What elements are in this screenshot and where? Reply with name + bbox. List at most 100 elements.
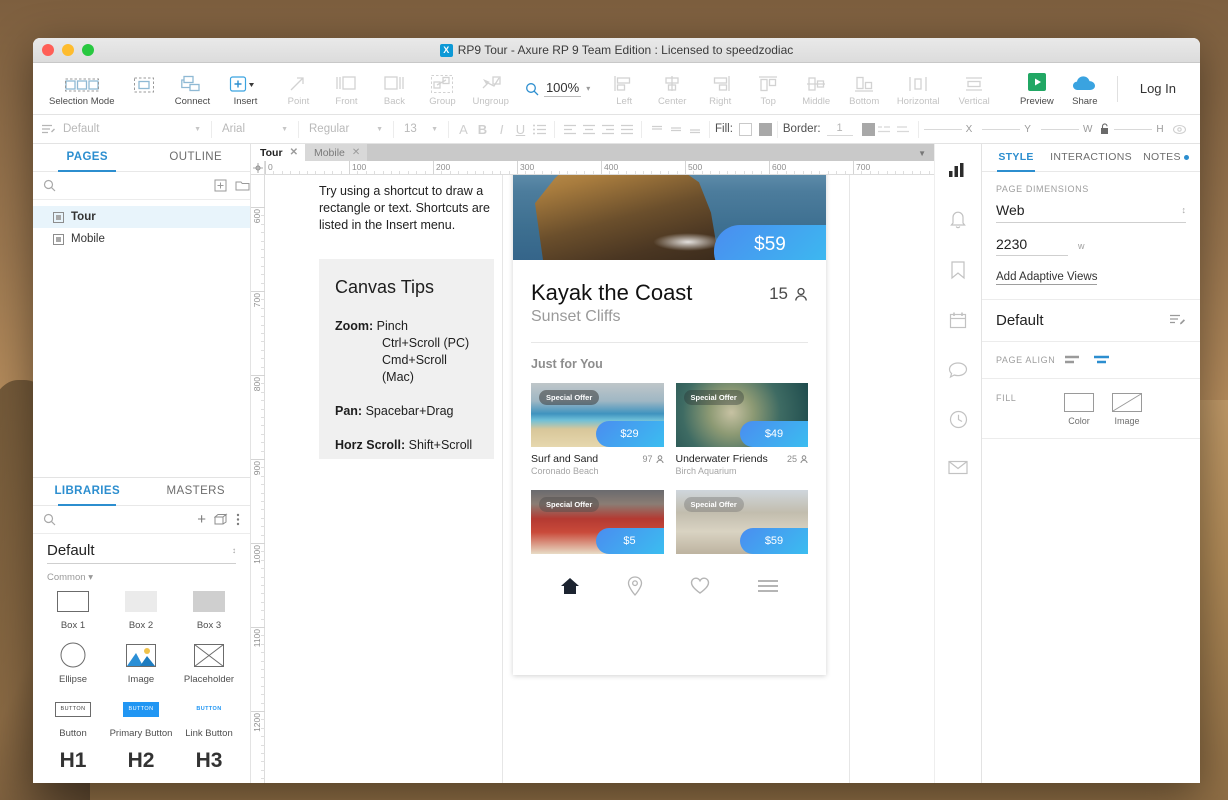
home-icon[interactable] <box>560 577 580 595</box>
widget-image[interactable]: Image <box>107 641 175 685</box>
vertical-align-top-icon[interactable] <box>647 120 666 139</box>
bold-icon[interactable]: B <box>473 120 492 139</box>
widget-link-button[interactable]: BUTTON Link Button <box>175 695 243 739</box>
font-family-selector[interactable]: Arial ▼ <box>217 119 293 139</box>
canvas-guide-right[interactable] <box>849 175 850 783</box>
toolbar-selection-mode[interactable]: Selection Mode <box>43 71 120 107</box>
library-options-icon[interactable] <box>236 513 240 526</box>
copy-library-icon[interactable] <box>214 513 228 526</box>
toolbar-back[interactable]: Back <box>370 71 418 107</box>
toolbar-ungroup[interactable]: Ungroup <box>466 71 514 107</box>
widget-h3[interactable]: H3 <box>175 749 243 773</box>
widget-button[interactable]: BUTTON Button <box>39 695 107 739</box>
envelope-icon[interactable] <box>948 460 968 475</box>
border-width-input[interactable]: 1 <box>827 122 853 136</box>
text-align-right-icon[interactable] <box>598 120 617 139</box>
phone-card-underwater-friends[interactable]: Special Offer $49 Underwater Friends 25 <box>676 383 809 476</box>
w-input[interactable] <box>1041 128 1079 130</box>
text-align-justify-icon[interactable] <box>617 120 636 139</box>
border-style-icon[interactable] <box>875 120 894 139</box>
hamburger-menu-icon[interactable] <box>757 578 779 594</box>
pages-search-input[interactable] <box>64 180 206 192</box>
chevron-down-icon[interactable]: ▾ <box>586 84 590 93</box>
phone-mockup[interactable]: $59 Kayak the Coast Sunset Cliffs 15 <box>513 175 826 675</box>
visibility-eye-icon[interactable] <box>1170 120 1189 139</box>
fill-image-option[interactable]: Image <box>1112 393 1142 426</box>
tab-notes[interactable]: NOTES <box>1132 144 1200 171</box>
style-selector[interactable]: Default ▼ <box>58 119 206 139</box>
tab-outline[interactable]: OUTLINE <box>142 144 251 171</box>
x-input[interactable] <box>924 128 962 130</box>
align-page-left-icon[interactable] <box>1064 354 1081 366</box>
font-weight-selector[interactable]: Regular ▼ <box>304 119 388 139</box>
widget-primary-button[interactable]: BUTTON Primary Button <box>107 695 175 739</box>
fill-color-swatch[interactable] <box>739 123 752 136</box>
library-group-header[interactable]: Common ▾ <box>33 564 250 587</box>
bookmark-icon[interactable] <box>950 260 966 280</box>
search-icon[interactable] <box>43 513 56 526</box>
page-width-field[interactable]: 2230 w <box>996 236 1186 256</box>
zoom-control[interactable]: 100% ▾ <box>515 80 600 97</box>
toolbar-point[interactable]: Point <box>274 71 322 107</box>
widget-box-3[interactable]: Box 3 <box>175 587 243 631</box>
add-library-icon[interactable]: + <box>197 515 206 525</box>
text-align-left-icon[interactable] <box>560 120 579 139</box>
underline-icon[interactable]: U <box>511 120 530 139</box>
widget-ellipse[interactable]: Ellipse <box>39 641 107 685</box>
design-canvas[interactable]: Try using a shortcut to draw a rectangle… <box>265 175 934 783</box>
hero-price-badge[interactable]: $59 <box>714 225 826 260</box>
toolbar-align-bottom[interactable]: Bottom <box>840 71 888 107</box>
toolbar-front[interactable]: Front <box>322 71 370 107</box>
text-color-icon[interactable]: A <box>454 120 473 139</box>
horizontal-ruler[interactable]: 0100200300400500600700800 <box>251 161 934 175</box>
chevron-down-icon[interactable]: ▼ <box>918 149 926 158</box>
text-align-center-icon[interactable] <box>579 120 598 139</box>
tab-libraries[interactable]: LIBRARIES <box>33 478 142 505</box>
toolbar-selection-mode-alt[interactable] <box>120 71 168 107</box>
font-size-selector[interactable]: 13 ▼ <box>399 119 443 139</box>
add-folder-icon[interactable] <box>235 179 250 192</box>
phone-card-coffee[interactable]: Special Offer $5 <box>531 490 664 554</box>
tab-style[interactable]: STYLE <box>982 144 1050 171</box>
widget-h2[interactable]: H2 <box>107 749 175 773</box>
clock-icon[interactable] <box>949 410 968 429</box>
toolbar-preview[interactable]: Preview <box>1013 71 1061 107</box>
lock-aspect-icon[interactable] <box>1095 120 1114 139</box>
page-item-tour[interactable]: Tour <box>33 206 250 228</box>
widget-box-1[interactable]: Box 1 <box>39 587 107 631</box>
search-icon[interactable] <box>43 179 56 192</box>
bar-chart-icon[interactable] <box>948 162 968 178</box>
canvas-guide-left[interactable] <box>502 175 503 783</box>
widget-box-2[interactable]: Box 2 <box>107 587 175 631</box>
calendar-icon[interactable] <box>949 311 967 330</box>
toolbar-group[interactable]: Group <box>418 71 466 107</box>
phone-card-surf-and-sand[interactable]: Special Offer $29 Surf and Sand 97 <box>531 383 664 476</box>
bell-icon[interactable] <box>949 209 967 229</box>
page-item-mobile[interactable]: Mobile <box>33 228 250 250</box>
edit-style-icon[interactable] <box>1169 313 1186 328</box>
fill-opacity-swatch[interactable] <box>759 123 772 136</box>
toolbar-distribute-horizontal[interactable]: Horizontal <box>888 71 948 107</box>
zoom-level-value[interactable]: 100% <box>544 80 581 97</box>
close-icon[interactable]: ✕ <box>352 147 360 158</box>
style-list-icon[interactable] <box>39 120 58 139</box>
page-dimensions-select[interactable]: Web ↕ <box>996 202 1186 223</box>
library-selector[interactable]: Default ↕ <box>47 542 236 564</box>
widget-h1[interactable]: H1 <box>39 749 107 773</box>
align-page-center-icon[interactable] <box>1093 354 1110 366</box>
phone-card-building[interactable]: Special Offer $59 <box>676 490 809 554</box>
italic-icon[interactable]: I <box>492 120 511 139</box>
vertical-ruler[interactable]: 600700800900100011001200 <box>251 175 265 783</box>
chat-bubble-icon[interactable] <box>948 361 968 379</box>
toolbar-align-middle[interactable]: Middle <box>792 71 840 107</box>
location-pin-icon[interactable] <box>627 576 643 596</box>
toolbar-align-center[interactable]: Center <box>648 71 696 107</box>
document-tab-mobile[interactable]: Mobile ✕ <box>305 144 367 161</box>
ruler-origin-icon[interactable] <box>251 161 265 175</box>
toolbar-align-top[interactable]: Top <box>744 71 792 107</box>
fill-color-option[interactable]: Color <box>1064 393 1094 426</box>
bullet-list-icon[interactable] <box>530 120 549 139</box>
heart-icon[interactable] <box>690 577 710 595</box>
tab-masters[interactable]: MASTERS <box>142 478 251 505</box>
widget-placeholder[interactable]: Placeholder <box>175 641 243 685</box>
